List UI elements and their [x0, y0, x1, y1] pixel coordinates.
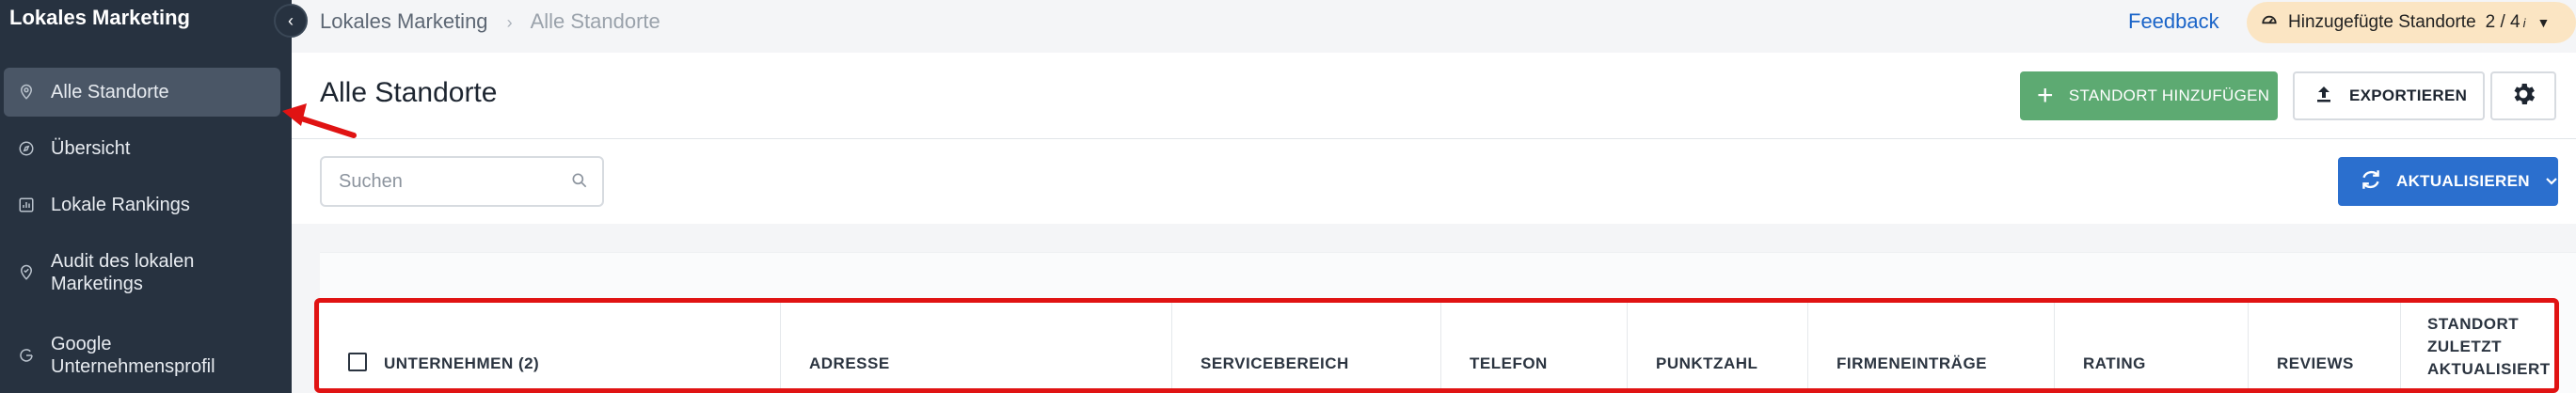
column-header-phone[interactable]: TELEFON — [1441, 302, 1628, 393]
gear-icon — [2509, 80, 2537, 113]
sidebar-item-uebersicht[interactable]: Übersicht — [4, 124, 280, 173]
column-header-label: UNTERNEHMEN (2) — [384, 354, 540, 372]
column-header-score[interactable]: PUNKTZAHL — [1628, 302, 1808, 393]
sidebar-item-label: Google Unternehmensprofil — [51, 334, 215, 377]
locations-table: UNTERNEHMEN (2) ADRESSE SERVICEBEREICH T… — [320, 252, 2576, 393]
sidebar-item-label: Alle Standorte — [51, 82, 169, 102]
shield-check-icon — [17, 263, 36, 282]
sidebar-item-audit[interactable]: Audit des lokalen Marketings — [4, 246, 280, 299]
column-header-service-area[interactable]: SERVICEBEREICH — [1172, 302, 1441, 393]
column-header-label: RATING — [2083, 354, 2146, 372]
feedback-link[interactable]: Feedback — [2128, 9, 2219, 34]
sidebar-title: Lokales Marketing — [9, 6, 190, 29]
export-label: EXPORTIEREN — [2349, 86, 2468, 104]
column-header-label: REVIEWS — [2277, 354, 2354, 372]
sidebar-item-label: Audit des lokalen Marketings — [51, 251, 195, 294]
refresh-label: AKTUALISIEREN — [2396, 172, 2530, 190]
breadcrumb-current: Alle Standorte — [530, 9, 660, 33]
plus-icon: + — [2037, 80, 2054, 111]
column-header-address[interactable]: ADRESSE — [781, 302, 1172, 393]
info-icon: i — [2522, 15, 2526, 30]
settings-button[interactable] — [2490, 71, 2556, 120]
column-header-rating[interactable]: RATING — [2055, 302, 2249, 393]
sidebar-item-google-profil[interactable]: Google Unternehmensprofil — [4, 329, 280, 382]
column-header-label: SERVICEBEREICH — [1201, 354, 1349, 372]
added-locations-label: Hinzugefügte Standorte — [2288, 12, 2476, 32]
caret-down-icon: ▼ — [2536, 15, 2551, 30]
chevron-left-icon: ‹ — [288, 10, 294, 30]
collapse-sidebar-button[interactable]: ‹ — [274, 4, 308, 38]
added-locations-count: 2 / 4 — [2485, 12, 2520, 32]
add-location-button[interactable]: + STANDORT HINZUFÜGEN — [2020, 71, 2278, 120]
google-icon — [17, 346, 36, 365]
column-header-label: TELEFON — [1470, 354, 1548, 372]
topbar: Lokales Marketing › Alle Standorte Feedb… — [292, 0, 2576, 53]
column-header-company[interactable]: UNTERNEHMEN (2) — [320, 302, 781, 393]
annotation-arrow-icon — [282, 103, 357, 138]
filter-bar: AKTUALISIEREN — [292, 139, 2576, 224]
chevron-down-icon — [2545, 172, 2558, 191]
search-icon — [570, 171, 589, 195]
sidebar-item-alle-standorte[interactable]: Alle Standorte — [4, 68, 280, 117]
column-header-label: STANDORT ZULETZT AKTUALISIERT — [2427, 315, 2551, 378]
breadcrumb-link[interactable]: Lokales Marketing — [320, 9, 488, 33]
refresh-button[interactable]: AKTUALISIEREN — [2338, 157, 2558, 206]
table-header-row: UNTERNEHMEN (2) ADRESSE SERVICEBEREICH T… — [320, 302, 2559, 393]
column-header-label: ADRESSE — [809, 354, 890, 372]
column-header-listings[interactable]: FIRMENEINTRÄGE — [1808, 302, 2055, 393]
column-header-last-updated[interactable]: STANDORT ZULETZT AKTUALISIERT — [2401, 302, 2559, 393]
chevron-right-icon: › — [506, 13, 513, 32]
search-input[interactable] — [322, 158, 548, 205]
column-header-label: PUNKTZAHL — [1656, 354, 1758, 372]
column-header-reviews[interactable]: REVIEWS — [2249, 302, 2401, 393]
sidebar-item-label: Lokale Rankings — [51, 195, 190, 215]
added-locations-badge[interactable]: Hinzugefügte Standorte 2 / 4 i ▼ — [2247, 2, 2576, 43]
search-box — [320, 156, 604, 207]
breadcrumb: Lokales Marketing › Alle Standorte — [320, 9, 660, 34]
gauge-icon — [2260, 10, 2279, 35]
bar-chart-icon — [17, 196, 36, 214]
page-header: Alle Standorte + STANDORT HINZUFÜGEN EXP… — [292, 53, 2576, 139]
upload-icon — [2315, 85, 2332, 108]
map-pin-icon — [17, 83, 36, 102]
select-all-checkbox[interactable] — [348, 353, 367, 371]
refresh-icon — [2359, 167, 2383, 196]
sidebar-item-label: Übersicht — [51, 138, 131, 159]
export-button[interactable]: EXPORTIEREN — [2293, 71, 2485, 120]
compass-icon — [17, 139, 36, 158]
sidebar: Lokales Marketing Alle Standorte Übersic… — [0, 0, 292, 393]
column-header-label: FIRMENEINTRÄGE — [1837, 354, 1987, 372]
add-location-label: STANDORT HINZUFÜGEN — [2068, 86, 2270, 104]
sidebar-item-lokale-rankings[interactable]: Lokale Rankings — [4, 181, 280, 229]
